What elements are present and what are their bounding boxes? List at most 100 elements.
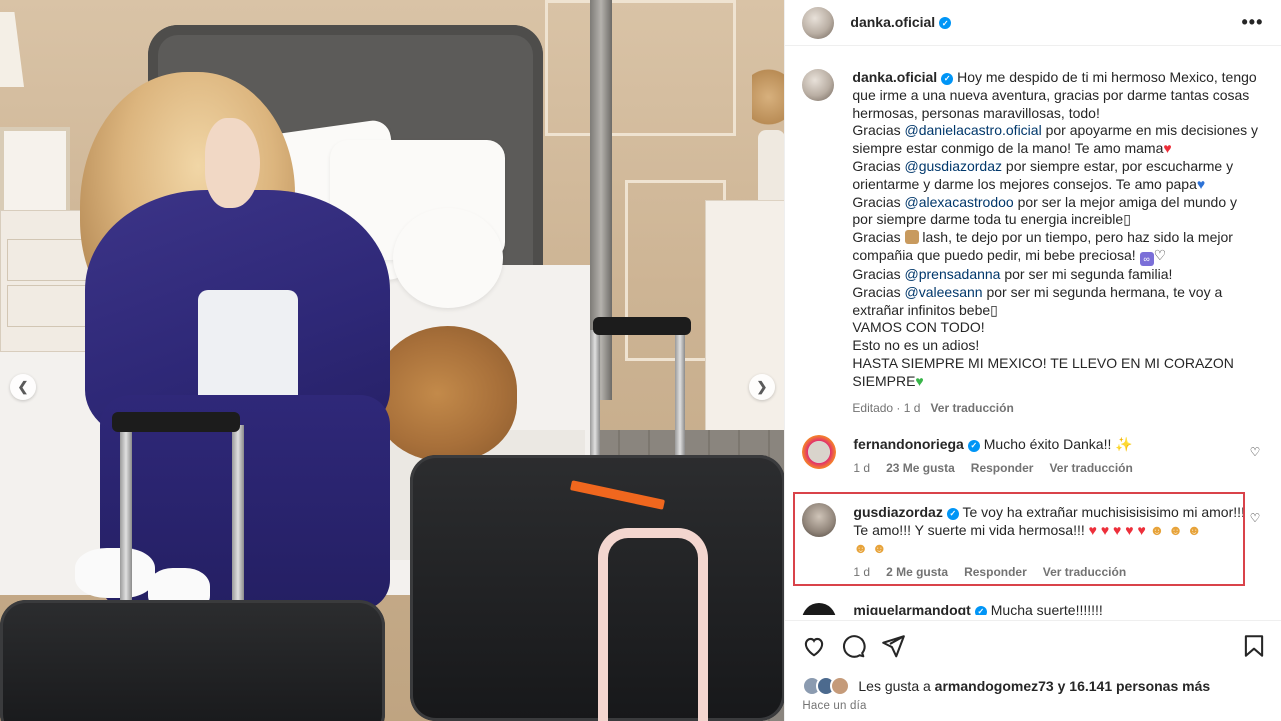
verified-badge-icon: ✓ — [974, 606, 987, 615]
bookmark-icon[interactable] — [1241, 633, 1267, 659]
likes-text: Les gusta a — [858, 678, 935, 694]
previous-image-button[interactable]: ❮ — [10, 374, 36, 400]
likes-count[interactable]: y 16.141 personas más — [1054, 678, 1211, 694]
comment-text: Te amo!!! Y suerte mi vida hermosa!!! — [853, 522, 1085, 538]
caption-text: Gracias — [852, 193, 905, 210]
next-image-button[interactable]: ❯ — [749, 374, 775, 400]
post-username[interactable]: danka.oficial — [850, 14, 935, 30]
reply-button[interactable]: Responder — [964, 565, 1027, 579]
caption-text: por ser mi segunda familia! — [1000, 265, 1173, 282]
share-icon[interactable] — [880, 633, 906, 659]
dried-plant — [752, 62, 785, 132]
comment-text: Mucho éxito Danka!! — [979, 436, 1116, 452]
caption-text: VAMOS CON TODO! — [852, 319, 985, 336]
avatar[interactable] — [802, 69, 835, 101]
caption: danka.oficial ✓ Hoy me despido de ti mi h… — [802, 69, 1267, 417]
comment-likes[interactable]: 2 Me gusta — [886, 565, 948, 579]
avatar — [830, 676, 851, 696]
person-face — [205, 118, 260, 208]
round-pillow — [393, 208, 503, 308]
caption-text: Gracias — [852, 283, 905, 300]
woman-emoji-icon — [904, 230, 919, 245]
kiss-emoji-icon: ☻ ☻ — [853, 540, 887, 556]
dog — [372, 326, 517, 461]
caption-text: HASTA SIEMPRE MI MEXICO! TE LLEVO EN MI … — [852, 354, 1234, 371]
comment-icon[interactable] — [840, 633, 866, 659]
reply-button[interactable]: Responder — [971, 461, 1034, 475]
like-comment-heart-icon[interactable]: ♡ — [1250, 445, 1261, 459]
suitcase-handle — [232, 425, 244, 625]
caption-text: por ser la mejor amiga del mundo y — [1013, 193, 1238, 210]
mention-link[interactable]: @danielacastro.oficial — [905, 122, 1042, 138]
vase — [758, 130, 785, 210]
sparkles-emoji-icon: ✨ — [1115, 436, 1133, 452]
caption-text: compañia que puedo pedir, mi bebe precio… — [852, 246, 1136, 263]
mention-link[interactable]: @alexacastrodoo — [905, 194, 1014, 210]
comment-username[interactable]: miguelarmandogt — [853, 603, 970, 615]
caption-text: Esto no es un adios! — [852, 337, 980, 354]
caption-text: por apoyarme en mis decisiones y — [1041, 122, 1259, 139]
caption-text: hermosas, personas maravillosas, todo! — [852, 104, 1100, 121]
avatar[interactable] — [802, 435, 837, 469]
avatar[interactable] — [802, 6, 835, 39]
caption-username[interactable]: danka.oficial — [852, 69, 937, 85]
mention-link[interactable]: @valeesann — [905, 284, 983, 300]
verified-badge-icon: ✓ — [941, 72, 954, 85]
likes-user[interactable]: armandogomez73 — [935, 678, 1054, 694]
caption-text: Gracias — [852, 265, 905, 282]
comment: gusdiazordaz ✓ Te voy ha extrañar muchisi… — [802, 503, 1272, 581]
heart-emoji-icon: ♥ — [1163, 140, 1172, 157]
more-options-icon[interactable]: ••• — [1241, 12, 1263, 33]
shelf — [705, 200, 785, 467]
placeholder-glyph-icon: ▯ — [1123, 211, 1131, 228]
post-sidebar: danka.oficial ✓ ••• danka.oficial ✓ Hoy me… — [784, 0, 1281, 721]
caption-text: SIEMPRE — [852, 372, 916, 389]
verified-badge-icon: ✓ — [967, 440, 980, 452]
suitcase-handle — [675, 330, 685, 470]
like-comment-heart-icon[interactable]: ♡ — [1250, 511, 1261, 525]
caption-text: Gracias — [852, 229, 905, 246]
comment-username[interactable]: gusdiazordaz — [853, 504, 942, 520]
avatar[interactable] — [802, 503, 837, 537]
suitcase-handle-grip — [593, 317, 691, 335]
white-heart-emoji-icon: ♡ — [1153, 246, 1167, 263]
like-heart-icon[interactable] — [801, 633, 827, 659]
caption-text: lash, te dejo por un tiempo, pero haz si… — [918, 229, 1233, 246]
caption-text: siempre estar conmigo de la mano! Te amo… — [852, 140, 1164, 157]
post-header: danka.oficial ✓ ••• — [785, 0, 1281, 46]
wall-molding — [545, 0, 736, 136]
avatar[interactable] — [802, 603, 837, 615]
caption-text: extrañar infinitos bebe — [852, 301, 991, 318]
infinity-emoji-icon: ∞ — [1139, 251, 1154, 266]
picture-frame — [0, 127, 70, 223]
placeholder-glyph-icon: ▯ — [990, 301, 998, 318]
lamp — [0, 12, 24, 87]
see-translation-link[interactable]: Ver traducción — [1049, 461, 1132, 475]
likes-summary: Les gusta a armandogomez73 y 16.141 pers… — [802, 676, 1210, 696]
comment-username[interactable]: fernandonoriega — [853, 436, 963, 452]
hearts-emoji-icon: ♥ ♥ ♥ ♥ ♥ — [1088, 522, 1146, 538]
green-heart-emoji-icon: ♥ — [915, 372, 924, 389]
comment-time: 1 d — [853, 565, 871, 579]
post-image: ❮ ❯ — [0, 0, 785, 721]
caption-text: Gracias — [852, 122, 905, 139]
verified-badge-icon: ✓ — [946, 508, 959, 520]
comment-text: Te voy ha extrañar muchisisisisimo mi am… — [958, 504, 1245, 520]
post-timestamp[interactable]: Hace un día — [802, 700, 866, 712]
see-translation-link[interactable]: Ver traducción — [930, 401, 1013, 415]
comment-text: Mucha suerte!!!!!!! — [986, 603, 1103, 615]
comment: fernandonoriega ✓ Mucho éxito Danka!! ✨ 1… — [802, 435, 1272, 477]
mention-link[interactable]: @prensadanna — [905, 266, 1001, 282]
mention-link[interactable]: @gusdiazordaz — [905, 158, 1003, 174]
see-translation-link[interactable]: Ver traducción — [1043, 565, 1126, 579]
comment: miguelarmandogt ✓ Mucha suerte!!!!!!! — [802, 603, 1272, 615]
comment-likes[interactable]: 23 Me gusta — [886, 461, 955, 475]
comment-time: 1 d — [853, 461, 871, 475]
caption-text: que irme a una nueva aventura, gracias p… — [852, 86, 1250, 103]
suitcase-handle — [590, 330, 600, 470]
suitcase-handle — [120, 425, 132, 625]
suitcase — [0, 600, 385, 721]
kiss-emoji-icon: ☻ ☻ ☻ — [1149, 522, 1202, 538]
caption-text: Hoy me despido de ti mi hermoso Mexico, … — [953, 69, 1257, 85]
blue-heart-emoji-icon: ♥ — [1196, 175, 1206, 192]
